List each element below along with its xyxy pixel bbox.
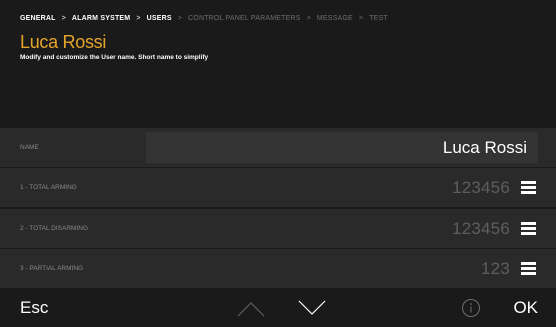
footer-bar: Esc OK: [0, 289, 556, 327]
hamburger-menu-icon[interactable]: [521, 181, 536, 194]
page-title: Luca Rossi: [20, 32, 107, 52]
breadcrumb-test[interactable]: TEST: [369, 15, 388, 22]
ok-button[interactable]: OK: [513, 289, 538, 327]
breadcrumb-separator: >: [306, 15, 311, 22]
row-value: 123456: [452, 178, 510, 197]
row-value: 123: [481, 259, 510, 278]
breadcrumb-separator: >: [177, 15, 183, 22]
breadcrumb-control-panel-parameters[interactable]: CONTROL PANEL PARAMETERS: [188, 15, 301, 22]
breadcrumb-message[interactable]: MESSAGE: [317, 15, 353, 22]
page-subtitle: Modify and customize the User name. Shor…: [20, 54, 209, 61]
hamburger-menu-icon[interactable]: [521, 222, 536, 235]
breadcrumb-separator: >: [61, 15, 66, 22]
app-window: GENERAL > ALARM SYSTEM > USERS > CONTROL…: [0, 0, 556, 327]
breadcrumb-alarm-system[interactable]: ALARM SYSTEM: [72, 15, 130, 22]
breadcrumb-users[interactable]: USERS: [147, 15, 172, 22]
row-label: 1 - TOTAL ARMING: [20, 184, 77, 191]
row-label: 2 - TOTAL DISARMING: [20, 225, 89, 232]
header: GENERAL > ALARM SYSTEM > USERS > CONTROL…: [0, 0, 556, 128]
chevron-down-icon[interactable]: [297, 297, 327, 319]
esc-button[interactable]: Esc: [20, 289, 48, 327]
chevron-up-icon[interactable]: [236, 297, 266, 319]
breadcrumb-separator: >: [358, 15, 364, 22]
row-total-disarming[interactable]: 2 - TOTAL DISARMING 123456: [0, 209, 556, 249]
row-label: NAME: [20, 144, 39, 151]
name-input-value: Luca Rossi: [442, 138, 527, 157]
breadcrumb-separator: >: [136, 15, 141, 22]
settings-list: NAME Luca Rossi 1 - TOTAL ARMING 123456 …: [0, 128, 556, 289]
hamburger-menu-icon[interactable]: [521, 262, 536, 275]
breadcrumb: GENERAL > ALARM SYSTEM > USERS > CONTROL…: [20, 15, 388, 22]
info-icon[interactable]: [461, 298, 481, 318]
breadcrumb-general[interactable]: GENERAL: [20, 15, 56, 22]
row-value: 123456: [452, 219, 510, 238]
row-name: NAME Luca Rossi: [0, 128, 556, 168]
name-input[interactable]: Luca Rossi: [146, 132, 538, 163]
row-label: 3 - PARTIAL ARMING: [20, 265, 84, 272]
row-total-arming[interactable]: 1 - TOTAL ARMING 123456: [0, 168, 556, 208]
row-partial-arming[interactable]: 3 - PARTIAL ARMING 123: [0, 249, 556, 289]
